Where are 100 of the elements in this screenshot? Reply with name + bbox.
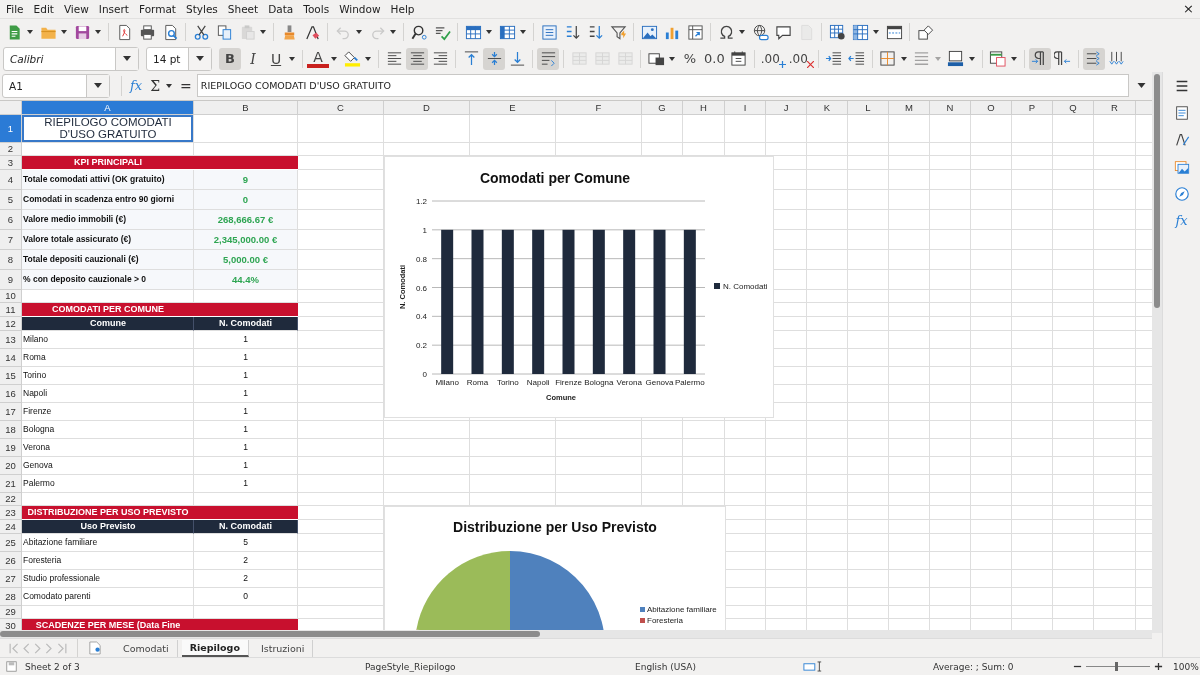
column-header[interactable]: J — [766, 100, 807, 115]
align-middle-icon — [485, 50, 503, 67]
column-header[interactable]: Q — [1053, 100, 1094, 115]
font-color-button[interactable]: A — [307, 49, 329, 68]
menu-item[interactable]: File — [1, 3, 29, 15]
menu-item[interactable]: View — [58, 3, 94, 15]
wrap-text-button[interactable] — [537, 47, 559, 70]
column-header[interactable]: R — [1094, 100, 1136, 115]
slider-thumb[interactable] — [1115, 662, 1119, 671]
underline-button[interactable]: U — [265, 47, 287, 70]
caret-icon[interactable] — [873, 30, 879, 34]
caret-icon[interactable] — [739, 30, 745, 34]
align-left-icon — [385, 50, 403, 67]
horizontal-text-button[interactable] — [1082, 47, 1105, 70]
column-header[interactable]: I — [725, 100, 766, 115]
column-header[interactable]: L — [848, 100, 889, 115]
caret-icon[interactable] — [356, 30, 362, 34]
menu-item[interactable]: Styles — [181, 3, 223, 15]
caret-icon[interactable] — [27, 30, 33, 34]
functions-button[interactable]: fx — [1175, 213, 1188, 228]
left-to-right-button[interactable] — [1028, 47, 1051, 70]
row-header[interactable]: 4 — [0, 169, 22, 190]
filter-icon — [609, 23, 627, 41]
caret-icon[interactable] — [61, 30, 67, 34]
caret-icon[interactable] — [166, 83, 173, 88]
styles-icon[interactable] — [1173, 132, 1190, 148]
formula-input[interactable]: RIEPILOGO COMODATI D'USO GRATUITO — [196, 74, 1129, 98]
column-header[interactable]: H — [683, 100, 725, 115]
caret-icon[interactable] — [289, 56, 295, 61]
compass-icon[interactable] — [1173, 186, 1190, 202]
percent-button[interactable]: % — [679, 47, 701, 70]
name-box[interactable]: A1 — [2, 73, 110, 98]
caret-icon[interactable] — [968, 56, 975, 61]
caret-icon[interactable] — [486, 30, 492, 34]
sheet-tab[interactable]: Istruzioni — [252, 639, 314, 657]
column-header[interactable]: C — [298, 100, 384, 115]
column-header[interactable]: M — [889, 100, 930, 115]
axis-tick-label: 1.2 — [415, 196, 427, 206]
decrease-indent-icon — [848, 50, 866, 67]
add-decimal-button[interactable]: .00 — [758, 47, 786, 70]
align-middle-button[interactable] — [483, 47, 505, 70]
formula-button[interactable]: = — [177, 77, 195, 94]
column-header[interactable]: B — [194, 100, 298, 115]
column-header[interactable]: P — [1012, 100, 1053, 115]
align-center-button[interactable] — [406, 47, 428, 70]
conditional-format-icon — [989, 50, 1007, 67]
gallery-icon[interactable] — [1173, 159, 1190, 175]
sheet-tab[interactable]: Comodati — [115, 639, 178, 657]
font-size-field[interactable]: 14 pt — [146, 46, 212, 71]
column-header[interactable]: G — [642, 100, 683, 115]
menu-item[interactable]: Tools — [298, 3, 335, 15]
column-header[interactable]: K — [807, 100, 848, 115]
sheet-tab[interactable]: Riepilogo — [181, 639, 249, 657]
caret-icon[interactable] — [520, 30, 526, 34]
menu-item[interactable]: Sheet — [222, 3, 264, 15]
font-name-field[interactable]: Calibri — [3, 46, 139, 71]
caret-icon[interactable] — [390, 30, 396, 34]
row-header[interactable]: 1 — [0, 114, 22, 143]
menu-item[interactable]: Data — [263, 3, 299, 15]
column-header[interactable]: F — [556, 100, 642, 115]
column-header[interactable]: N — [930, 100, 971, 115]
column-header[interactable]: O — [971, 100, 1012, 115]
caret-icon[interactable] — [669, 56, 675, 61]
row-header[interactable]: 7 — [0, 229, 22, 250]
row-header[interactable]: 8 — [0, 249, 22, 270]
close-button[interactable]: × — [1177, 2, 1200, 16]
expand-icon[interactable] — [1137, 83, 1146, 89]
row-header[interactable]: 9 — [0, 269, 22, 290]
caret-icon[interactable] — [331, 56, 337, 61]
bold-button[interactable]: B — [219, 47, 241, 70]
caret-icon[interactable] — [95, 30, 101, 34]
page-style: PageStyle_Riepilogo — [365, 661, 457, 672]
column-header[interactable]: A — [22, 100, 194, 115]
menu-item[interactable]: Format — [133, 3, 181, 15]
menu-item[interactable]: Edit — [28, 3, 59, 15]
number-button[interactable]: 0.0 — [702, 47, 727, 70]
add-sheet-icon[interactable] — [89, 641, 101, 655]
delete-decimal-button[interactable]: .00 — [786, 47, 814, 70]
row-header[interactable]: 6 — [0, 209, 22, 230]
menu-item[interactable]: Window — [334, 3, 386, 15]
table-cell: Studio professionale — [22, 569, 194, 588]
title-cell: RIEPILOGO COMODATI D'USO GRATUITO — [22, 114, 194, 143]
scrollbar-thumb[interactable] — [0, 631, 540, 638]
sum-button[interactable]: Σ — [147, 77, 164, 94]
caret-icon[interactable] — [365, 56, 371, 61]
function-wizard-button[interactable]: fx — [127, 78, 146, 94]
row-header[interactable]: 5 — [0, 189, 22, 210]
menu-item[interactable]: Insert — [93, 3, 134, 15]
axis-tick-label: 1 — [422, 225, 427, 235]
column-header[interactable]: E — [470, 100, 556, 115]
caret-icon[interactable] — [900, 56, 907, 61]
properties-icon[interactable] — [1173, 105, 1190, 121]
italic-button[interactable]: I — [242, 47, 264, 70]
menu-item[interactable]: Help — [385, 3, 420, 15]
zoom-in-icon[interactable] — [1154, 662, 1163, 671]
caret-icon[interactable] — [260, 30, 266, 34]
column-header[interactable]: D — [384, 100, 470, 115]
scrollbar-thumb[interactable] — [1154, 74, 1160, 308]
caret-icon[interactable] — [1010, 56, 1017, 61]
selection-mode-icon[interactable] — [803, 661, 823, 672]
